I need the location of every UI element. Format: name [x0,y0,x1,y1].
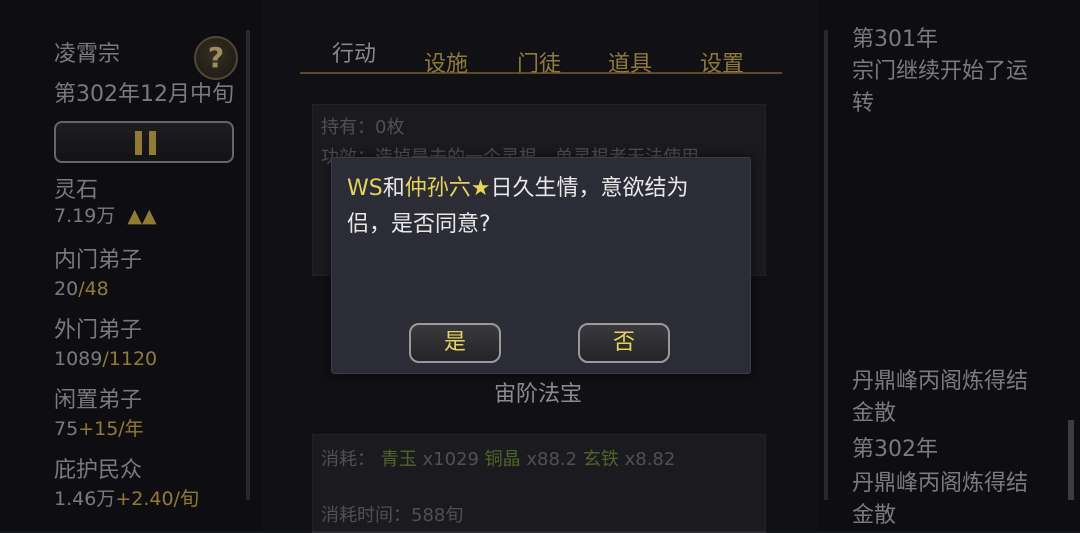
no-button[interactable]: 否 [578,323,670,363]
disciple-name: WS [347,176,383,201]
dialog-message-line1: WS和仲孙六★日久生情，意欲结为 [347,171,688,207]
partner-name: 仲孙六★ [404,176,491,201]
conjunction: 和 [382,176,405,201]
confirm-dialog: WS和仲孙六★日久生情，意欲结为 侣，是否同意? 是 否 [331,157,751,374]
yes-button[interactable]: 是 [409,323,501,363]
message-text: 日久生情，意欲结为 [490,176,689,201]
dialog-message-line2: 侣，是否同意? [347,212,491,237]
